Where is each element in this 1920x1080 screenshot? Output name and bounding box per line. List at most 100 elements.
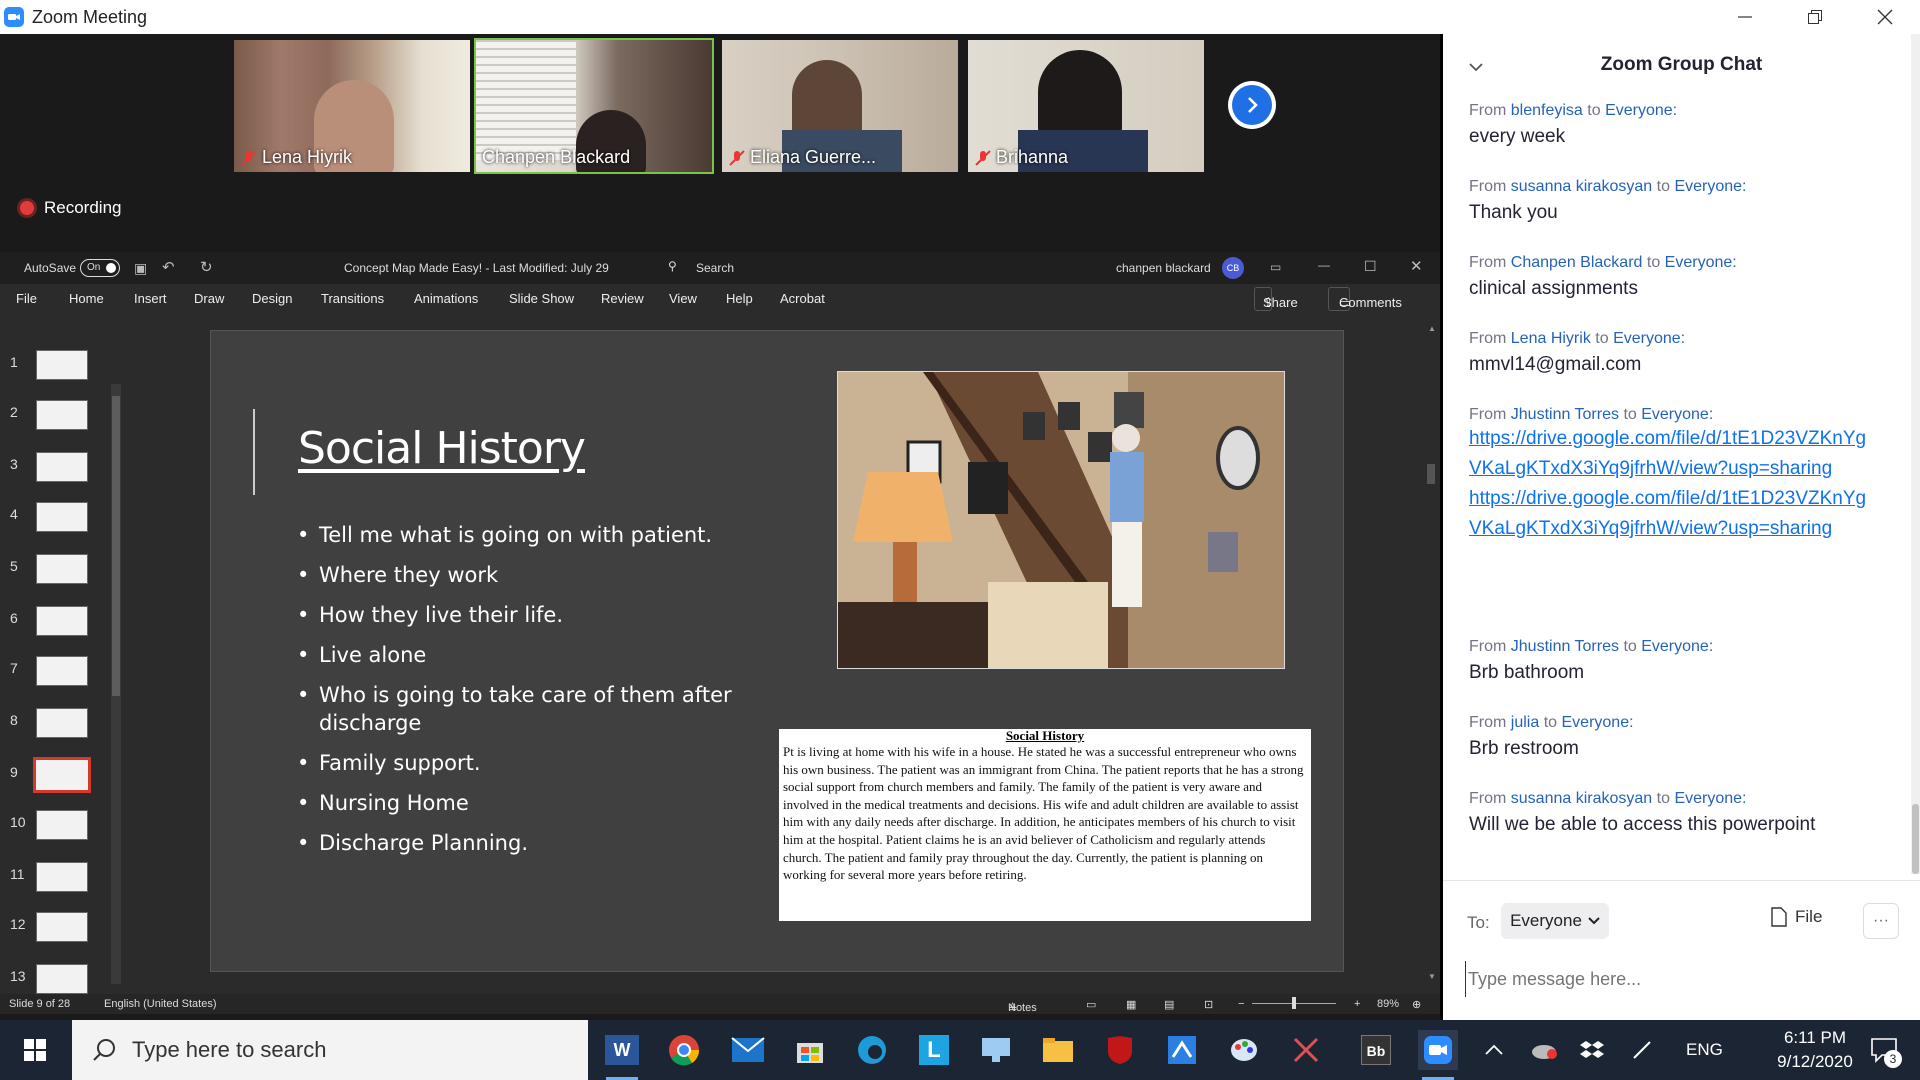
file-explorer-icon[interactable] — [1038, 1030, 1078, 1070]
slideshow-icon[interactable]: ⊡ — [1204, 998, 1213, 1011]
more-options-button[interactable]: ··· — [1863, 903, 1899, 939]
tray-overflow-icon[interactable] — [1484, 1020, 1504, 1080]
reading-view-icon[interactable]: ▤ — [1164, 998, 1174, 1011]
app-icon[interactable] — [1162, 1030, 1202, 1070]
slide-photo[interactable] — [837, 371, 1285, 669]
participant-tile[interactable]: Brihanna — [966, 38, 1206, 174]
sender-name[interactable]: julia — [1511, 714, 1539, 731]
slide-thumbnail[interactable] — [36, 912, 88, 942]
undo-icon[interactable]: ↶ — [162, 258, 175, 276]
taskbar-search[interactable]: Type here to search — [72, 1020, 588, 1080]
minimize-button[interactable] — [1710, 0, 1780, 34]
slide-thumbnail[interactable] — [36, 862, 88, 892]
chrome-icon[interactable] — [664, 1030, 704, 1070]
participant-tile[interactable]: Lena Hiyrik — [232, 38, 472, 174]
recipient-dropdown[interactable]: Everyone — [1501, 903, 1609, 939]
message-link[interactable]: https://drive.google.com/file/d/1tE1D23V… — [1469, 484, 1869, 544]
slide-sorter-icon[interactable]: ▦ — [1126, 998, 1136, 1011]
language-indicator-taskbar[interactable]: ENG — [1686, 1020, 1723, 1080]
chat-scrollbar[interactable] — [1911, 34, 1920, 874]
mail-icon[interactable] — [728, 1030, 768, 1070]
restore-button[interactable] — [1780, 0, 1850, 34]
recipient-name[interactable]: Everyone: — [1674, 790, 1746, 807]
fit-to-window-icon[interactable]: ⊕ — [1412, 998, 1421, 1011]
sender-name[interactable]: blenfeyisa — [1511, 102, 1583, 119]
tab-file[interactable]: File — [16, 291, 37, 306]
remote-desktop-icon[interactable] — [976, 1030, 1016, 1070]
tab-insert[interactable]: Insert — [134, 291, 167, 306]
clock[interactable]: 6:11 PM 9/12/2020 — [1760, 1026, 1870, 1074]
tab-design[interactable]: Design — [252, 291, 292, 306]
message-input[interactable] — [1465, 961, 1905, 997]
recipient-name[interactable]: Everyone: — [1641, 406, 1713, 423]
bullet-list[interactable]: Tell me what is going on with patient. W… — [297, 521, 757, 869]
language-indicator[interactable]: English (United States) — [104, 998, 217, 1010]
recipient-name[interactable]: Everyone: — [1665, 254, 1737, 271]
normal-view-icon[interactable]: ▭ — [1086, 998, 1096, 1011]
current-slide[interactable]: Social History Tell me what is going on … — [210, 330, 1344, 972]
participant-tile-active[interactable]: Chanpen Blackard — [474, 38, 714, 174]
ppt-maximize-button[interactable]: ☐ — [1364, 258, 1377, 275]
social-history-textbox[interactable]: Social History Pt is living at home with… — [779, 729, 1311, 921]
zoom-level[interactable]: 89% — [1377, 998, 1399, 1010]
ppt-close-button[interactable]: ✕ — [1410, 257, 1423, 275]
pen-icon[interactable] — [1630, 1020, 1654, 1080]
recipient-name[interactable]: Everyone: — [1613, 330, 1685, 347]
sender-name[interactable]: Lena Hiyrik — [1511, 330, 1591, 347]
ppt-search[interactable]: Search — [696, 261, 734, 275]
slide-scrollbar[interactable]: ▲ ▼ — [1424, 314, 1438, 994]
slide-thumbnail[interactable] — [36, 964, 88, 994]
tab-review[interactable]: Review — [601, 291, 644, 306]
sender-name[interactable]: Chanpen Blackard — [1511, 254, 1643, 271]
slide-thumbnail[interactable] — [36, 606, 88, 636]
paint-icon[interactable] — [1224, 1030, 1264, 1070]
blackboard-icon[interactable]: Bb — [1356, 1030, 1396, 1070]
save-icon[interactable]: ▣ — [134, 260, 147, 277]
word-icon[interactable]: W — [602, 1030, 642, 1080]
slide-thumbnail[interactable] — [36, 502, 88, 532]
slide-thumbnail[interactable] — [36, 554, 88, 584]
slide-title[interactable]: Social History — [298, 423, 586, 474]
comments-button[interactable]: ▭ Comments — [1328, 287, 1402, 311]
slide-thumbnail[interactable] — [36, 708, 88, 738]
zoom-in-icon[interactable]: + — [1354, 998, 1360, 1010]
thumbnails-scrollbar[interactable] — [111, 384, 121, 984]
zoom-taskbar-icon[interactable] — [1418, 1030, 1458, 1080]
tab-transitions[interactable]: Transitions — [321, 291, 384, 306]
slide-thumbnail[interactable] — [36, 656, 88, 686]
sender-name[interactable]: susanna kirakosyan — [1511, 178, 1652, 195]
message-link[interactable]: https://drive.google.com/file/d/1tE1D23V… — [1469, 424, 1869, 484]
share-button[interactable]: ⇪ Share — [1254, 287, 1298, 311]
notifications-button[interactable]: 3 — [1870, 1020, 1902, 1080]
zoom-out-icon[interactable]: − — [1238, 998, 1244, 1010]
recipient-name[interactable]: Everyone: — [1605, 102, 1677, 119]
store-icon[interactable] — [790, 1030, 830, 1070]
tab-acrobat[interactable]: Acrobat — [780, 291, 825, 306]
mcafee-icon[interactable] — [1100, 1030, 1140, 1070]
tab-slide-show[interactable]: Slide Show — [509, 291, 574, 306]
tab-help[interactable]: Help — [726, 291, 753, 306]
sender-name[interactable]: Jhustinn Torres — [1511, 638, 1619, 655]
onedrive-icon[interactable] — [1530, 1020, 1558, 1080]
ribbon-display-icon[interactable]: ▭ — [1270, 260, 1281, 274]
participant-tile[interactable]: Eliana Guerre... — [720, 38, 960, 174]
next-page-button[interactable] — [1228, 81, 1276, 129]
tab-home[interactable]: Home — [69, 291, 104, 306]
recipient-name[interactable]: Everyone: — [1562, 714, 1634, 731]
slide-thumbnail[interactable] — [36, 810, 88, 840]
autosave-toggle[interactable]: On — [80, 259, 120, 277]
slide-thumbnail[interactable] — [33, 757, 91, 793]
sender-name[interactable]: Jhustinn Torres — [1511, 406, 1619, 423]
avatar[interactable]: CB — [1222, 257, 1244, 279]
launcher-icon[interactable]: L — [914, 1030, 954, 1070]
tab-draw[interactable]: Draw — [194, 291, 224, 306]
edge-icon[interactable] — [852, 1030, 892, 1070]
dropbox-icon[interactable] — [1580, 1020, 1604, 1080]
slide-thumbnail[interactable] — [36, 452, 88, 482]
sender-name[interactable]: susanna kirakosyan — [1511, 790, 1652, 807]
recipient-name[interactable]: Everyone: — [1674, 178, 1746, 195]
tab-animations[interactable]: Animations — [414, 291, 478, 306]
zoom-slider-thumb[interactable] — [1292, 997, 1296, 1009]
ppt-minimize-button[interactable]: — — [1318, 258, 1330, 272]
slide-thumbnail[interactable] — [36, 350, 88, 380]
